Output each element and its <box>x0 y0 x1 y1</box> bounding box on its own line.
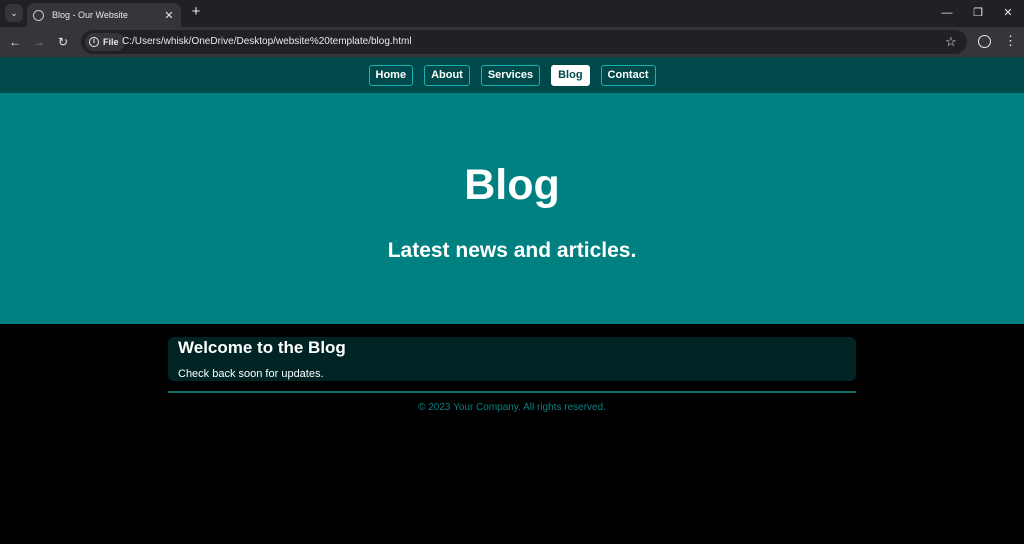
hero-subtitle: Latest news and articles. <box>387 239 637 262</box>
chevron-down-icon: ⌄ <box>10 7 18 18</box>
plus-icon[interactable]: + <box>188 4 204 20</box>
profile-icon[interactable] <box>978 35 991 48</box>
post-text: Check back soon for updates. <box>178 368 324 380</box>
minimize-icon[interactable]: — <box>940 6 954 20</box>
tab-bar: ⌄ Blog - Our Website ✕ + — ❐ ✕ <box>0 0 1024 27</box>
site-navigation: Home About Services Blog Contact <box>0 57 1024 93</box>
tab-search-button[interactable]: ⌄ <box>5 4 23 22</box>
address-bar[interactable]: i File C:/Users/whisk/OneDrive/Desktop/w… <box>81 30 967 54</box>
nav-services-link[interactable]: Services <box>480 64 541 86</box>
hero-title: Blog <box>464 161 560 209</box>
tab-title: Blog - Our Website <box>52 10 128 20</box>
reload-icon[interactable]: ↻ <box>55 34 71 50</box>
close-icon[interactable]: ✕ <box>163 9 175 22</box>
blog-post-card: Welcome to the Blog Check back soon for … <box>168 337 856 381</box>
star-icon[interactable]: ☆ <box>945 34 957 50</box>
globe-icon <box>33 9 44 21</box>
browser-tab[interactable]: Blog - Our Website ✕ <box>27 3 181 27</box>
browser-toolbar: ← → ↻ i File C:/Users/whisk/OneDrive/Des… <box>0 27 1024 57</box>
hero-section: Blog Latest news and articles. <box>0 93 1024 324</box>
nav-contact-link[interactable]: Contact <box>600 64 656 86</box>
nav-blog-link[interactable]: Blog <box>551 64 590 86</box>
back-icon[interactable]: ← <box>7 34 23 50</box>
url-text[interactable]: C:/Users/whisk/OneDrive/Desktop/website%… <box>122 36 412 47</box>
nav-home-link[interactable]: Home <box>368 64 414 86</box>
footer-text: © 2023 Your Company. All rights reserved… <box>418 402 606 413</box>
info-icon: i <box>89 37 99 47</box>
more-vert-icon[interactable]: ⋮ <box>1004 33 1017 49</box>
file-label: File <box>103 37 119 47</box>
restore-icon[interactable]: ❐ <box>971 6 985 20</box>
nav-about-link[interactable]: About <box>424 64 470 86</box>
site-info-chip[interactable]: i File <box>85 33 125 51</box>
forward-icon[interactable]: → <box>31 34 47 50</box>
close-window-icon[interactable]: ✕ <box>1001 6 1015 20</box>
post-title: Welcome to the Blog <box>178 338 346 357</box>
footer-divider <box>168 391 856 393</box>
